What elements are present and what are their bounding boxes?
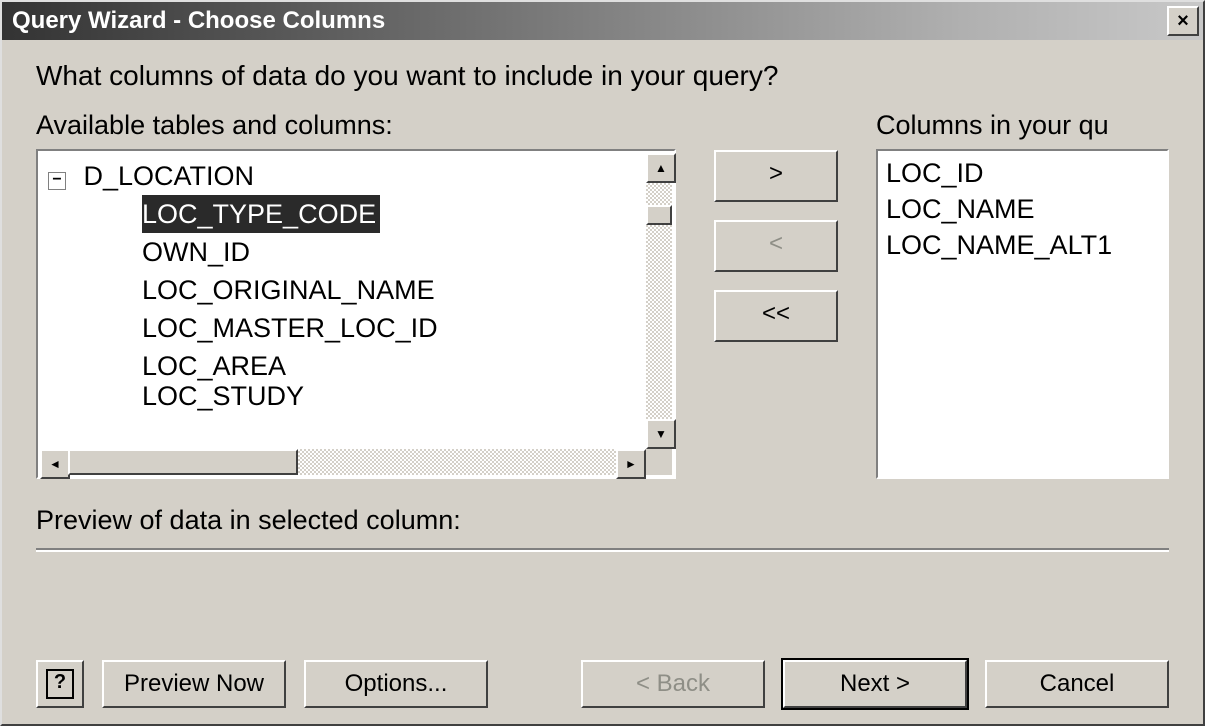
scroll-down-button[interactable]: ▼ bbox=[646, 419, 676, 449]
column-name: LOC_TYPE_CODE bbox=[142, 199, 376, 229]
scroll-left-button[interactable]: ◄ bbox=[40, 449, 70, 479]
collapse-icon[interactable]: − bbox=[48, 172, 66, 190]
button-label: < Back bbox=[636, 670, 710, 698]
next-button[interactable]: Next > bbox=[783, 660, 967, 708]
move-buttons: > < << bbox=[676, 110, 876, 342]
table-name: D_LOCATION bbox=[84, 161, 255, 191]
divider bbox=[36, 548, 1169, 552]
column-name: OWN_ID bbox=[142, 237, 250, 267]
button-label: Next > bbox=[840, 670, 910, 698]
options-button[interactable]: Options... bbox=[304, 660, 488, 708]
close-icon: × bbox=[1177, 11, 1189, 31]
scroll-right-icon: ► bbox=[625, 457, 637, 471]
scroll-corner bbox=[646, 449, 672, 475]
column-row[interactable]: LOC_TYPE_CODE bbox=[142, 195, 380, 233]
scroll-thumb[interactable] bbox=[646, 205, 672, 225]
column-name: LOC_MASTER_LOC_ID bbox=[142, 313, 438, 343]
button-label: Cancel bbox=[1040, 670, 1115, 698]
selected-label: Columns in your qu bbox=[876, 110, 1169, 141]
columns-row: Available tables and columns: − D_LOCATI… bbox=[36, 110, 1169, 479]
column-row[interactable]: LOC_ORIGINAL_NAME bbox=[48, 271, 638, 309]
prompt-text: What columns of data do you want to incl… bbox=[36, 60, 1169, 92]
add-button[interactable]: > bbox=[714, 150, 838, 202]
column-row[interactable]: LOC_MASTER_LOC_ID bbox=[48, 309, 638, 347]
preview-now-button[interactable]: Preview Now bbox=[102, 660, 286, 708]
help-icon: ? bbox=[46, 669, 74, 699]
horizontal-scrollbar[interactable]: ◄ ► bbox=[40, 449, 672, 475]
list-item-label: LOC_NAME bbox=[886, 194, 1035, 224]
add-icon: > bbox=[769, 160, 783, 188]
scroll-down-icon: ▼ bbox=[655, 427, 667, 441]
scroll-left-icon: ◄ bbox=[49, 457, 61, 471]
remove-button[interactable]: < bbox=[714, 220, 838, 272]
selected-section: Columns in your qu LOC_ID LOC_NAME LOC_N… bbox=[876, 110, 1169, 479]
list-item[interactable]: LOC_NAME bbox=[886, 191, 1159, 227]
cancel-button[interactable]: Cancel bbox=[985, 660, 1169, 708]
column-name: LOC_STUDY bbox=[142, 381, 304, 411]
help-button[interactable]: ? bbox=[36, 660, 84, 708]
scroll-up-button[interactable]: ▲ bbox=[646, 153, 676, 183]
scroll-right-button[interactable]: ► bbox=[616, 449, 646, 479]
list-item[interactable]: LOC_NAME_ALT1 bbox=[886, 227, 1159, 263]
list-item[interactable]: LOC_ID bbox=[886, 155, 1159, 191]
footer-buttons: ? Preview Now Options... < Back Next > C… bbox=[36, 660, 1169, 708]
available-listbox[interactable]: − D_LOCATION LOC_TYPE_CODE OWN_ID LOC_OR… bbox=[36, 149, 676, 479]
remove-all-button[interactable]: << bbox=[714, 290, 838, 342]
query-wizard-dialog: Query Wizard - Choose Columns × What col… bbox=[0, 0, 1205, 726]
remove-all-icon: << bbox=[762, 300, 790, 328]
remove-icon: < bbox=[769, 230, 783, 258]
list-item-label: LOC_NAME_ALT1 bbox=[886, 230, 1112, 260]
selected-listbox[interactable]: LOC_ID LOC_NAME LOC_NAME_ALT1 bbox=[876, 149, 1169, 479]
table-row[interactable]: − D_LOCATION bbox=[48, 157, 638, 195]
dialog-body: What columns of data do you want to incl… bbox=[2, 40, 1203, 724]
window-title: Query Wizard - Choose Columns bbox=[12, 7, 385, 35]
preview-label: Preview of data in selected column: bbox=[36, 505, 1169, 536]
column-name: LOC_ORIGINAL_NAME bbox=[142, 275, 435, 305]
available-tree: − D_LOCATION LOC_TYPE_CODE OWN_ID LOC_OR… bbox=[40, 153, 646, 449]
list-item-label: LOC_ID bbox=[886, 158, 984, 188]
scroll-up-icon: ▲ bbox=[655, 161, 667, 175]
button-label: Options... bbox=[345, 670, 448, 698]
back-button[interactable]: < Back bbox=[581, 660, 765, 708]
close-button[interactable]: × bbox=[1167, 6, 1199, 36]
scroll-thumb[interactable] bbox=[68, 449, 298, 475]
column-row[interactable]: LOC_STUDY bbox=[48, 377, 638, 415]
available-label: Available tables and columns: bbox=[36, 110, 676, 141]
vertical-scrollbar[interactable]: ▲ ▼ bbox=[646, 153, 672, 449]
column-row[interactable]: OWN_ID bbox=[48, 233, 638, 271]
available-section: Available tables and columns: − D_LOCATI… bbox=[36, 110, 676, 479]
titlebar: Query Wizard - Choose Columns × bbox=[2, 2, 1203, 40]
button-label: Preview Now bbox=[124, 670, 264, 698]
